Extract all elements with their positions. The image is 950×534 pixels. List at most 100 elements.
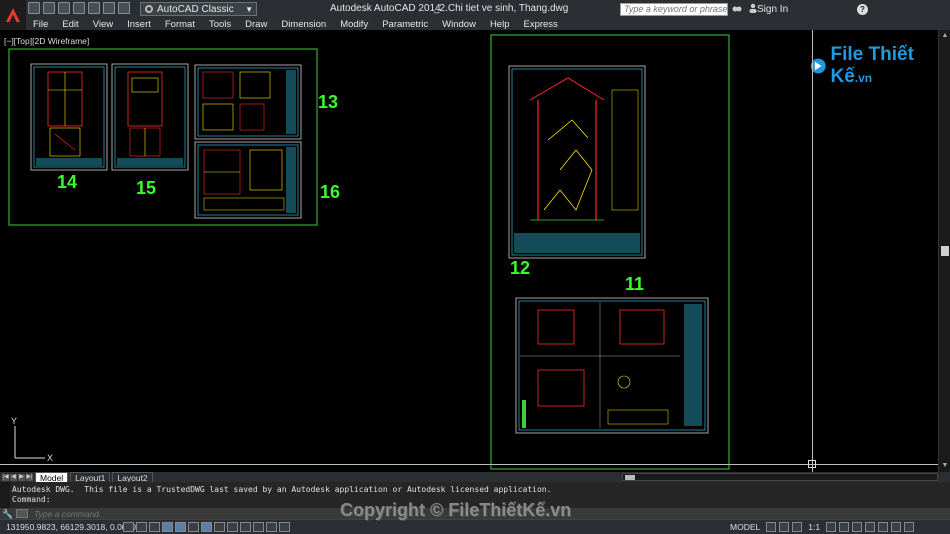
sheet-number-11: 11 [625,274,645,294]
transparency-icon[interactable] [253,522,264,532]
sheet-number-12: 12 [510,258,531,278]
lineweight-icon[interactable] [240,522,251,532]
crosshair-vertical [812,30,813,472]
menu-bar: File Edit View Insert Format Tools Draw … [26,18,950,30]
wrench-icon[interactable]: 🔧 [2,509,13,519]
watermark-text: File Thiết Kế.vn [831,44,939,88]
menu-file[interactable]: File [26,19,55,30]
group-frame-left [8,48,318,226]
tab-model[interactable]: Model [35,472,69,483]
watermark-brand: File Thiết Kế [830,44,914,87]
clean-screen-icon[interactable] [904,522,915,532]
print-icon[interactable] [88,2,100,14]
menu-modify[interactable]: Modify [333,19,375,30]
quick-view-layouts-icon[interactable] [766,522,777,532]
menu-insert[interactable]: Insert [120,19,158,30]
ucs-icon: Y X [11,416,53,463]
save-as-icon[interactable] [73,2,85,14]
menu-dimension[interactable]: Dimension [274,19,333,30]
menu-parametric[interactable]: Parametric [375,19,435,30]
scroll-up-icon[interactable]: ▲ [941,32,949,40]
selection-cycling-icon[interactable] [279,522,290,532]
new-file-icon[interactable] [28,2,40,14]
title-icon-group [732,3,758,13]
status-right-group: MODEL 1:1 [730,522,915,532]
title-bar: AutoCAD Classic ▼ Autodesk AutoCAD 2014 … [0,0,950,30]
hardware-acceleration-icon[interactable] [878,522,889,532]
layout-tabs-row: |◀ ◀ ▶ ▶| Model Layout1 Layout2 [0,472,950,483]
recent-commands-icon[interactable] [16,509,28,518]
search-input[interactable] [620,3,728,16]
scroll-down-icon[interactable]: ▼ [941,462,949,470]
3d-osnap-icon[interactable] [188,522,199,532]
sheet-13 [194,64,302,140]
svg-text:X: X [47,453,53,463]
menu-format[interactable]: Format [158,19,202,30]
undo-icon[interactable] [103,2,115,14]
tab-layout1[interactable]: Layout1 [70,472,111,483]
menu-view[interactable]: View [86,19,120,30]
quick-view-drawings-icon[interactable] [779,522,790,532]
quick-properties-icon[interactable] [266,522,277,532]
crosshair-pickbox [808,460,816,468]
model-space-toggle[interactable]: MODEL [730,522,760,532]
open-file-icon[interactable] [43,2,55,14]
polar-icon[interactable] [162,522,173,532]
next-tab-icon[interactable]: ▶ [18,473,25,481]
last-tab-icon[interactable]: ▶| [26,473,33,481]
redo-icon[interactable] [118,2,130,14]
tab-layout2[interactable]: Layout2 [112,472,153,483]
sheet-16 [194,141,302,219]
watermark-suffix: .vn [854,71,873,85]
first-tab-icon[interactable]: |◀ [2,473,9,481]
binoculars-icon[interactable] [732,3,742,13]
app-title: Autodesk AutoCAD 2014 [330,3,441,14]
menu-edit[interactable]: Edit [55,19,85,30]
snap-icon[interactable] [123,522,134,532]
sign-in-link[interactable]: Sign In [757,4,788,15]
osnap-icon[interactable] [175,522,186,532]
sheet-number-14: 14 [57,172,78,192]
watermark-logo: File Thiết Kế.vn [810,44,938,88]
coordinate-readout[interactable]: 131950.9823, 66129.3018, 0.0000 [6,522,136,532]
save-icon[interactable] [58,2,70,14]
ducs-icon[interactable] [214,522,225,532]
scrollbar-thumb[interactable] [941,246,949,256]
menu-express[interactable]: Express [516,19,564,30]
command-history-line-1: Autodesk DWG. This file is a TrustedDWG … [12,485,552,494]
sheet-number-15: 15 [136,178,157,198]
otrack-icon[interactable] [201,522,212,532]
help-icon[interactable]: ? [857,4,868,15]
chevron-down-icon: ▼ [245,4,253,14]
menu-help[interactable]: Help [483,19,517,30]
menu-window[interactable]: Window [435,19,483,30]
dyn-icon[interactable] [227,522,238,532]
menu-draw[interactable]: Draw [238,19,274,30]
command-input[interactable] [34,508,334,519]
vertical-scrollbar[interactable]: ▲ ▼ [938,30,950,472]
ortho-icon[interactable] [149,522,160,532]
tab-navigation: |◀ ◀ ▶ ▶| [2,473,33,481]
annotation-scale-value[interactable]: 1:1 [808,522,820,532]
file-title: _2.Chi tiet ve sinh, Thang.dwg [434,3,569,14]
auto-scale-icon[interactable] [839,522,850,532]
sheet-number-16: 16 [320,182,341,202]
annotation-visibility-icon[interactable] [826,522,837,532]
prev-tab-icon[interactable]: ◀ [10,473,17,481]
workspace-switch-icon[interactable] [852,522,863,532]
status-bar: 131950.9823, 66129.3018, 0.0000 Copyrigh… [0,500,950,534]
quick-access-toolbar [28,2,130,14]
copyright-watermark: Copyright © FileThiếtKế.vn [340,500,572,520]
menu-tools[interactable]: Tools [202,19,238,30]
drawing-canvas[interactable]: [−][Top][2D Wireframe] Y X 14 15 13 16 1… [0,30,938,472]
isolate-objects-icon[interactable] [891,522,902,532]
annotation-scale-icon[interactable] [792,522,803,532]
lock-icon[interactable] [865,522,876,532]
horizontal-scrollbar[interactable] [622,473,938,481]
gear-icon [145,5,153,13]
grid-icon[interactable] [136,522,147,532]
autocad-logo-icon[interactable] [0,0,26,30]
workspace-label: AutoCAD Classic [157,3,234,15]
workspace-dropdown[interactable]: AutoCAD Classic ▼ [140,2,257,16]
hscroll-thumb[interactable] [625,475,635,480]
